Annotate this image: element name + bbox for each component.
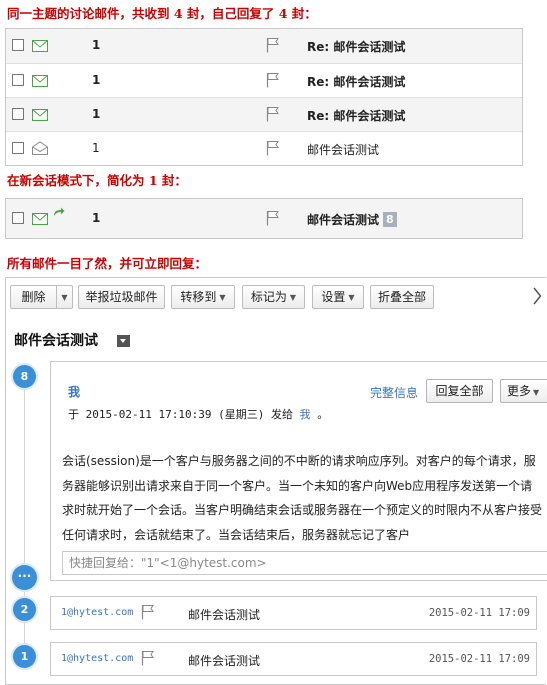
envelope-icon xyxy=(32,40,48,52)
message-subject: 邮件会话测试 xyxy=(188,654,261,668)
full-info-link[interactable]: 完整信息 xyxy=(370,384,418,401)
chevron-down-icon: ▼ xyxy=(289,293,297,302)
mark-as-button[interactable]: 标记为 ▼ xyxy=(242,285,305,309)
sender-name[interactable]: 我 xyxy=(68,383,80,400)
caption-thread: 同一主题的讨论邮件，共收到 4 封，自己回复了 4 封： xyxy=(7,6,317,21)
row-checkbox[interactable] xyxy=(12,39,24,51)
quick-reply-input[interactable]: 快捷回复给："1"<1@hytest.com> xyxy=(62,551,547,575)
flag-icon[interactable] xyxy=(141,604,155,620)
delete-dropdown-button[interactable]: ▼ xyxy=(56,285,73,309)
mail-row[interactable]: 1 邮件会话测试 xyxy=(6,131,522,165)
collapsed-message-row[interactable]: 1@hytest.com 邮件会话测试 2015-02-11 17:09 xyxy=(50,596,537,630)
row-checkbox[interactable] xyxy=(12,212,24,224)
timeline-line xyxy=(24,373,25,669)
conversation-subject: 邮件会话测试 xyxy=(307,213,380,227)
next-arrow-icon[interactable] xyxy=(532,287,542,305)
row-checkbox[interactable] xyxy=(12,108,24,120)
open-envelope-icon xyxy=(32,141,48,155)
envelope-icon xyxy=(32,75,48,87)
flag-icon[interactable] xyxy=(266,72,280,88)
caption-all-mail: 所有邮件一目了然，并可立即回复： xyxy=(7,256,208,271)
settings-button[interactable]: 设置 ▼ xyxy=(312,285,364,309)
mail-subject: Re: 邮件会话测试 xyxy=(307,40,406,54)
message-number-badge: 1 xyxy=(13,645,36,668)
chevron-down-icon: ▼ xyxy=(533,388,540,397)
flag-icon[interactable] xyxy=(266,140,280,156)
reply-arrow-icon xyxy=(54,207,65,216)
settings-label: 设置 xyxy=(321,290,346,304)
row-checkbox[interactable] xyxy=(12,142,24,154)
title-dropdown-icon[interactable] xyxy=(117,335,130,347)
from-address: 1@hytest.com xyxy=(61,607,134,618)
mail-count: 1 xyxy=(92,107,101,121)
sent-info: 于 2015-02-11 17:10:39 (星期三) 发给 我 。 xyxy=(68,406,328,422)
mail-row[interactable]: 1 Re: 邮件会话测试 xyxy=(6,29,522,63)
expand-more-button[interactable]: ··· xyxy=(12,565,37,590)
mail-count: 1 xyxy=(92,141,100,155)
message-body: 会话(session)是一个客户与服务器之间的不中断的请求响应序列。对客户的每个… xyxy=(62,454,543,542)
mail-row[interactable]: 1 Re: 邮件会话测试 xyxy=(6,97,522,131)
reply-all-button[interactable]: 回复全部 xyxy=(426,379,493,403)
conversation-row[interactable]: 1 邮件会话测试 8 xyxy=(6,199,522,238)
sent-suffix: 。 xyxy=(317,408,329,421)
more-label: 更多 xyxy=(507,384,532,398)
message-date: 2015-02-11 17:09 xyxy=(428,653,530,665)
mail-subject: 邮件会话测试 8 xyxy=(307,211,397,228)
flag-icon[interactable] xyxy=(266,210,280,226)
message-card: 我 于 2015-02-11 17:10:39 (星期三) 发给 我 。 完整信… xyxy=(50,361,547,581)
flag-icon[interactable] xyxy=(141,650,155,666)
report-spam-button[interactable]: 举报垃圾邮件 xyxy=(78,285,165,309)
mail-row[interactable]: 1 Re: 邮件会话测试 xyxy=(6,63,522,97)
envelope-icon xyxy=(32,109,48,121)
thread-mail-list: 1 Re: 邮件会话测试 1 Re: 邮件会话测试 1 Re: 邮件会话测试 1… xyxy=(5,28,523,166)
chevron-down-icon: ▼ xyxy=(348,293,355,302)
mail-count: 1 xyxy=(92,73,101,87)
conversation-reader: 删除 ▼ 举报垃圾邮件 转移到 ▼ 标记为 ▼ 设置 ▼ 折叠全部 邮件会话测试 8 … xyxy=(5,277,547,685)
move-to-label: 转移到 xyxy=(180,290,217,304)
chevron-down-icon: ▼ xyxy=(61,293,68,302)
from-address: 1@hytest.com xyxy=(61,653,134,664)
row-checkbox[interactable] xyxy=(12,74,24,86)
collapse-all-button[interactable]: 折叠全部 xyxy=(370,285,434,309)
message-number-badge: 2 xyxy=(13,598,36,621)
mail-subject: Re: 邮件会话测试 xyxy=(307,75,406,89)
flag-icon[interactable] xyxy=(266,37,280,53)
sent-prefix: 于 2015-02-11 17:10:39 (星期三) 发给 xyxy=(68,408,293,421)
message-subject: 邮件会话测试 xyxy=(188,608,261,622)
conversation-mail-list: 1 邮件会话测试 8 xyxy=(5,198,523,239)
mail-subject: 邮件会话测试 xyxy=(307,143,380,157)
move-to-button[interactable]: 转移到 ▼ xyxy=(171,285,235,309)
delete-button[interactable]: 删除 xyxy=(10,285,56,309)
more-button[interactable]: 更多 ▼ xyxy=(500,379,547,403)
conversation-title: 邮件会话测试 xyxy=(14,333,98,349)
envelope-icon xyxy=(32,213,48,225)
mail-count: 1 xyxy=(92,211,101,225)
conversation-count-badge: 8 xyxy=(383,212,397,227)
caption-conversation-mode: 在新会话模式下，简化为 1 封： xyxy=(7,173,187,188)
reader-toolbar: 删除 ▼ 举报垃圾邮件 转移到 ▼ 标记为 ▼ 设置 ▼ 折叠全部 xyxy=(10,285,542,309)
mail-subject: Re: 邮件会话测试 xyxy=(307,109,406,123)
message-number-badge: 8 xyxy=(13,365,36,388)
message-date: 2015-02-11 17:09 xyxy=(428,607,530,619)
chevron-down-icon: ▼ xyxy=(219,293,226,302)
flag-icon[interactable] xyxy=(266,106,280,122)
mail-count: 1 xyxy=(92,38,101,52)
collapsed-message-row[interactable]: 1@hytest.com 邮件会话测试 2015-02-11 17:09 xyxy=(50,642,537,676)
recipient-link[interactable]: 我 xyxy=(300,408,311,421)
mark-as-label: 标记为 xyxy=(250,290,287,304)
